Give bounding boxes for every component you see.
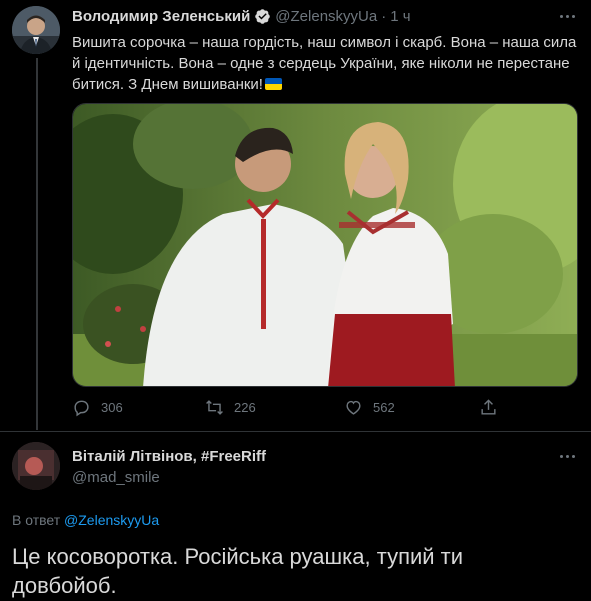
share-icon xyxy=(481,399,496,415)
author-avatar[interactable] xyxy=(12,6,60,54)
reply-prefix: В ответ xyxy=(12,512,61,528)
tweet-text: Вишита сорочка – наша гордість, наш симв… xyxy=(72,34,577,93)
reply-text: Це косоворотка. Російська руашка, тупий … xyxy=(12,544,464,598)
reply-icon xyxy=(74,400,89,417)
reply-author-handle[interactable]: @mad_smile xyxy=(72,469,160,486)
retweet-count: 226 xyxy=(234,400,256,415)
reply-count: 306 xyxy=(101,400,123,415)
tweet-actions: 306 226 562 xyxy=(72,398,512,420)
reply-tweet[interactable]: Віталій Літвінов, #FreeRiff @mad_smile В… xyxy=(0,431,591,601)
reply-author-avatar[interactable] xyxy=(12,442,60,490)
tweet-header: Володимир Зеленський @ZelenskyyUa · 1 ч xyxy=(72,8,411,25)
more-icon[interactable] xyxy=(557,8,577,24)
author-handle[interactable]: @ZelenskyyUa xyxy=(275,8,377,25)
reply-author-name[interactable]: Віталій Літвінов, #FreeRiff xyxy=(72,448,266,465)
reply-to-link[interactable]: @ZelenskyyUa xyxy=(64,512,159,528)
reply-to-line: В ответ @ZelenskyyUa xyxy=(12,512,159,528)
author-name[interactable]: Володимир Зеленський xyxy=(72,8,250,25)
tweet-photo[interactable] xyxy=(72,103,578,387)
verified-badge-icon xyxy=(255,9,271,24)
thread-line xyxy=(36,58,38,430)
like-icon xyxy=(346,400,361,415)
retweet-icon xyxy=(206,400,223,415)
main-tweet[interactable]: Володимир Зеленський @ZelenskyyUa · 1 ч … xyxy=(0,0,591,430)
tweet-text-block: Вишита сорочка – наша гордість, наш симв… xyxy=(72,32,577,95)
separator-dot: · xyxy=(381,8,387,25)
reply-more-icon[interactable] xyxy=(557,448,577,464)
share-action[interactable] xyxy=(479,398,508,417)
like-action[interactable]: 562 xyxy=(344,398,395,417)
retweet-action[interactable]: 226 xyxy=(205,398,256,417)
tweet-time[interactable]: 1 ч xyxy=(390,8,410,25)
ukraine-flag-icon xyxy=(264,78,282,90)
reply-action[interactable]: 306 xyxy=(72,398,123,417)
like-count: 562 xyxy=(373,400,395,415)
